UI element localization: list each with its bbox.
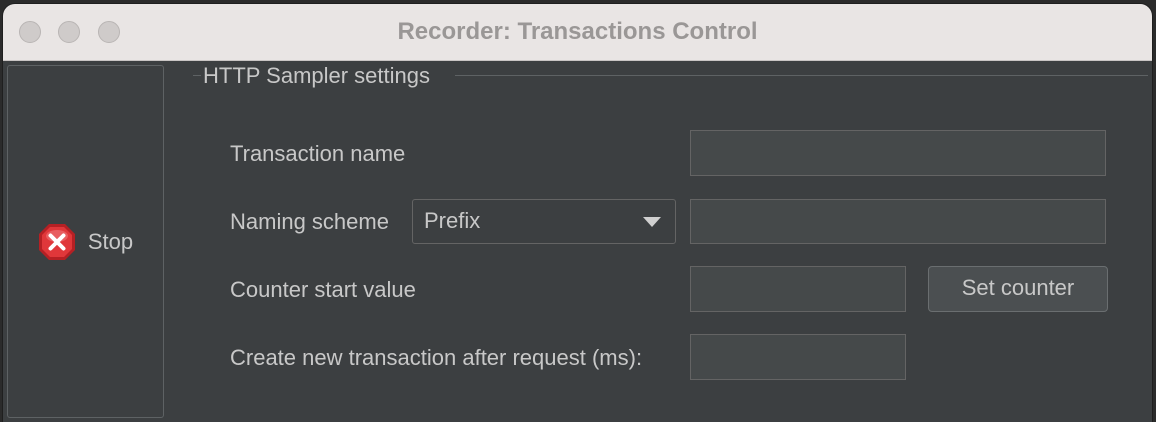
counter-start-label: Counter start value <box>230 277 416 302</box>
set-counter-button[interactable]: Set counter <box>928 266 1108 312</box>
window-title: Recorder: Transactions Control <box>397 18 758 45</box>
http-sampler-settings-legend: HTTP Sampler settings <box>203 63 431 88</box>
naming-scheme-input[interactable] <box>690 199 1106 244</box>
transaction-name-label: Transaction name <box>230 141 406 166</box>
new-transaction-input[interactable] <box>690 334 906 380</box>
stop-label: Stop <box>87 228 134 254</box>
stop-button[interactable]: Stop <box>7 65 164 418</box>
new-transaction-label: Create new transaction after request (ms… <box>230 345 643 370</box>
recorder-window: Recorder: Transactions Control Stop HTTP… <box>3 4 1152 422</box>
chevron-down-icon <box>643 217 661 227</box>
naming-scheme-label: Naming scheme <box>230 209 389 234</box>
counter-start-input[interactable] <box>690 266 906 312</box>
naming-scheme-selected-value: Prefix <box>424 208 481 233</box>
transaction-name-input[interactable] <box>690 130 1106 176</box>
naming-scheme-select[interactable]: Prefix <box>412 199 676 244</box>
stop-icon <box>38 223 75 260</box>
fieldset-border <box>455 75 1148 76</box>
fieldset-border <box>193 75 201 76</box>
title-bar[interactable]: Recorder: Transactions Control <box>3 4 1152 61</box>
